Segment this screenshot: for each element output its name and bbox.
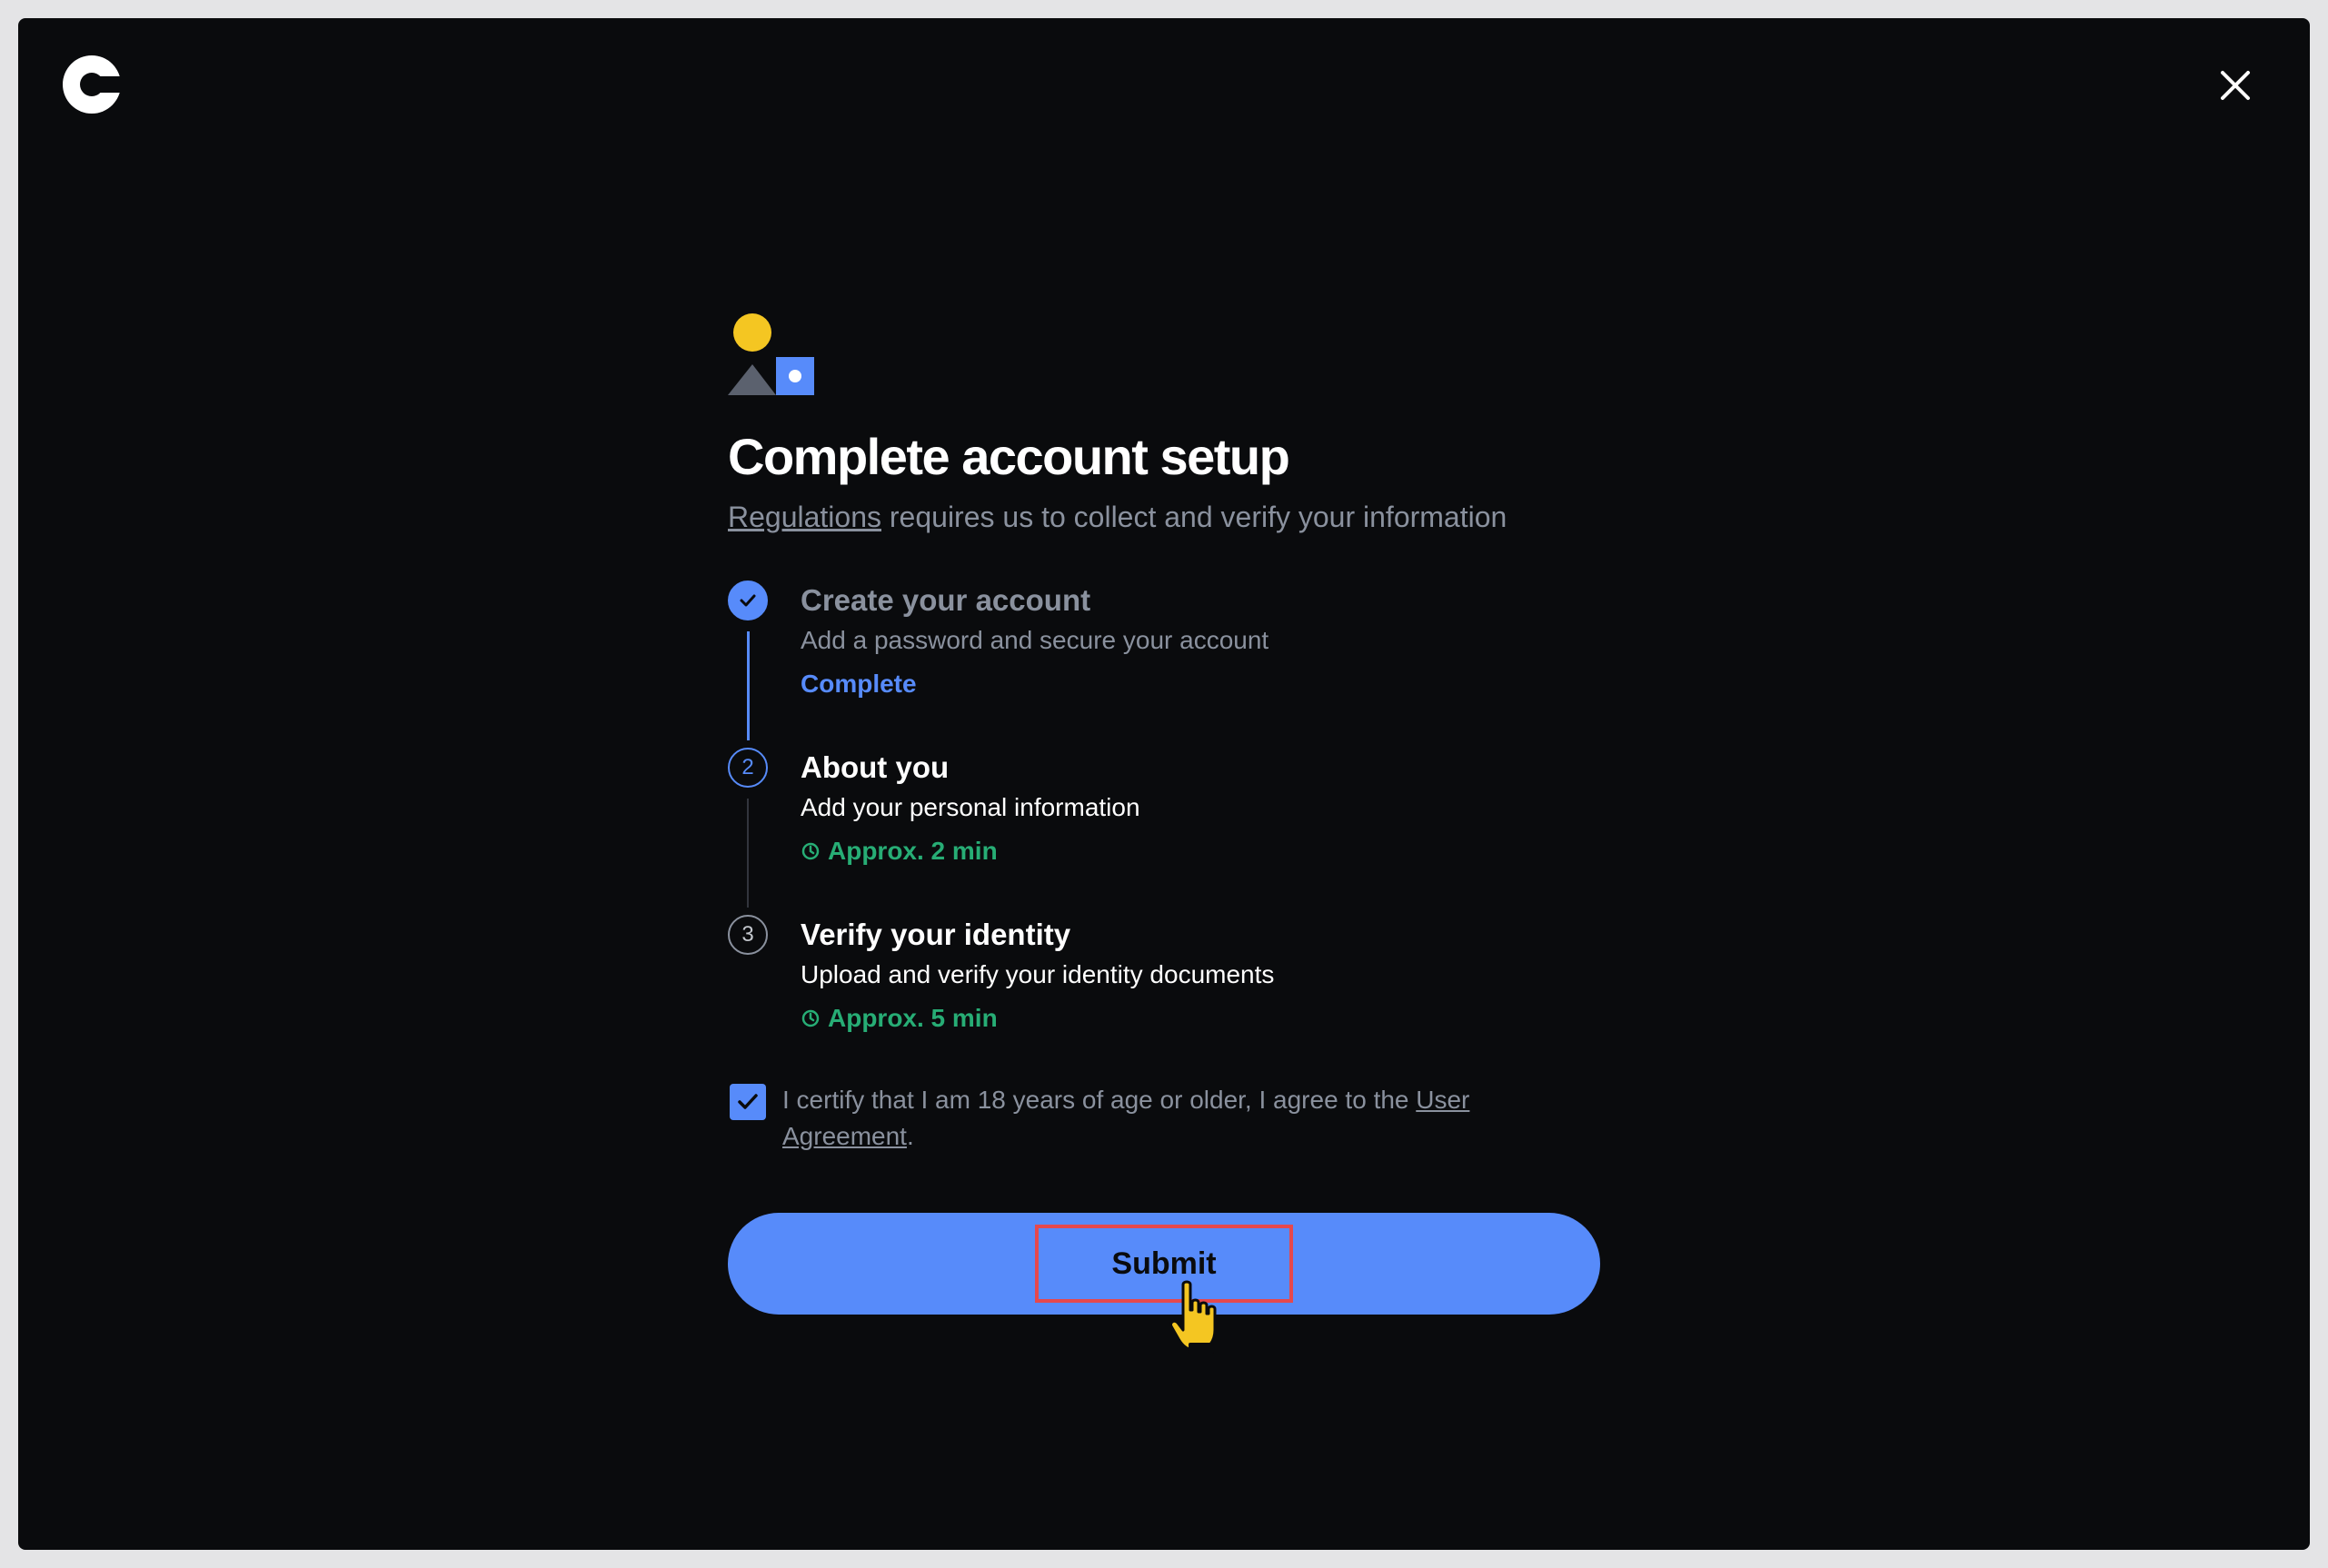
clock-icon bbox=[801, 842, 820, 860]
agreement-text-end: . bbox=[906, 1122, 914, 1150]
step-title: Create your account bbox=[801, 583, 1091, 617]
step-verify-identity: 3 Verify your identity Upload and verify… bbox=[728, 915, 1600, 1069]
step-connector bbox=[747, 631, 750, 740]
step-title: Verify your identity bbox=[801, 918, 1071, 951]
close-icon[interactable] bbox=[2215, 65, 2255, 105]
agreement-text: I certify that I am 18 years of age or o… bbox=[782, 1086, 1417, 1114]
page-title: Complete account setup bbox=[728, 428, 1290, 485]
setup-window: Complete account setup Regulations requi… bbox=[18, 18, 2310, 1550]
submit-button[interactable]: Submit bbox=[728, 1213, 1600, 1315]
agreement-row: I certify that I am 18 years of age or o… bbox=[728, 1082, 1600, 1155]
step-time-label: Approx. 2 min bbox=[828, 837, 998, 865]
coinbase-logo-icon[interactable] bbox=[62, 55, 122, 114]
step-time-label: Approx. 5 min bbox=[828, 1004, 998, 1032]
agreement-checkbox[interactable] bbox=[730, 1084, 766, 1120]
setup-content: Complete account setup Regulations requi… bbox=[728, 313, 1600, 1315]
checkmark-icon bbox=[738, 1094, 758, 1109]
step-number-badge: 3 bbox=[728, 915, 768, 955]
step-status-time: Approx. 5 min bbox=[801, 1000, 1600, 1037]
step-number-badge: 2 bbox=[728, 748, 768, 788]
step-title: About you bbox=[801, 750, 950, 784]
page-subtitle: Regulations requires us to collect and v… bbox=[728, 499, 1600, 535]
regulations-link[interactable]: Regulations bbox=[728, 501, 881, 533]
step-connector bbox=[747, 799, 749, 908]
submit-button-label: Submit bbox=[1035, 1225, 1293, 1303]
hand-pointer-cursor-icon bbox=[1169, 1280, 1217, 1354]
check-circle-icon bbox=[728, 581, 768, 620]
step-description: Add a password and secure your account bbox=[801, 626, 1269, 654]
subtitle-text: requires us to collect and verify your i… bbox=[881, 501, 1507, 533]
setup-steps: Create your account Add a password and s… bbox=[728, 581, 1600, 1069]
step-status-time: Approx. 2 min bbox=[801, 833, 1600, 869]
clock-icon bbox=[801, 1009, 820, 1027]
step-about-you: 2 About you Add your personal informatio… bbox=[728, 748, 1600, 915]
step-status-complete: Complete bbox=[801, 670, 917, 698]
step-description: Add your personal information bbox=[801, 793, 1140, 821]
step-description: Upload and verify your identity document… bbox=[801, 960, 1275, 988]
step-create-account: Create your account Add a password and s… bbox=[728, 581, 1600, 748]
shapes-illustration-icon bbox=[728, 313, 814, 395]
